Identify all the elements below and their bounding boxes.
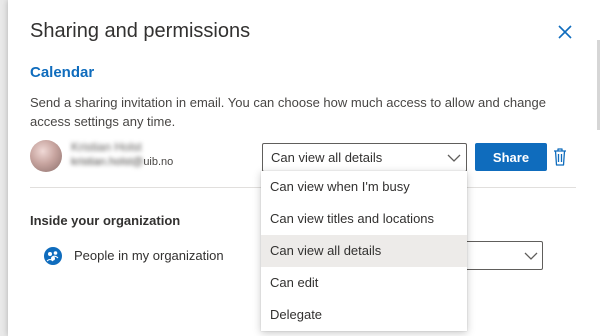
share-button[interactable]: Share xyxy=(475,143,547,171)
permission-dropdown-menu: Can view when I'm busy Can view titles a… xyxy=(261,171,467,331)
permission-select[interactable]: Can view all details xyxy=(262,143,467,172)
sharing-dialog: Sharing and permissions Calendar Send a … xyxy=(8,0,600,336)
invitee-email-domain: uib.no xyxy=(143,156,174,168)
trash-icon[interactable] xyxy=(552,147,568,167)
calendar-section-title: Calendar xyxy=(30,64,95,81)
organization-section-title: Inside your organization xyxy=(30,213,181,228)
permission-select-value: Can view all details xyxy=(271,150,383,165)
invitee-name: Kristian Holst xyxy=(71,140,142,154)
sharing-description: Send a sharing invitation in email. You … xyxy=(30,95,546,129)
invitee-email: kristian.holst@uib.no xyxy=(71,156,173,168)
option-can-edit[interactable]: Can edit xyxy=(261,267,467,299)
option-busy[interactable]: Can view when I'm busy xyxy=(261,171,467,203)
option-delegate[interactable]: Delegate xyxy=(261,299,467,331)
organization-group-label: People in my organization xyxy=(74,248,224,263)
invitee-email-prefix: kristian.holst@ xyxy=(71,156,144,168)
option-all-details[interactable]: Can view all details xyxy=(261,235,467,267)
option-titles-locations[interactable]: Can view titles and locations xyxy=(261,203,467,235)
organization-icon xyxy=(44,247,62,265)
chevron-down-icon xyxy=(524,252,538,260)
chevron-down-icon xyxy=(447,154,461,162)
close-icon[interactable] xyxy=(555,22,575,42)
dialog-title: Sharing and permissions xyxy=(30,20,251,42)
avatar xyxy=(30,140,62,172)
